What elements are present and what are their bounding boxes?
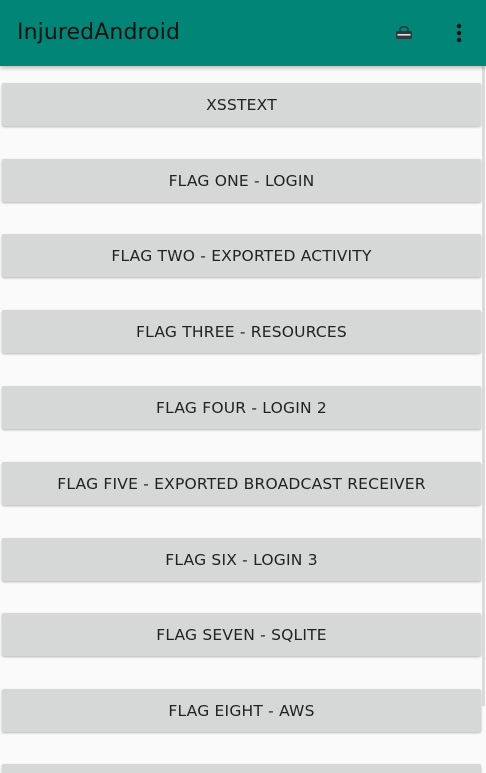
flag-six-button[interactable]: FLAG SIX - LOGIN 3 [2, 538, 481, 581]
flag-four-button[interactable]: FLAG FOUR - LOGIN 2 [2, 386, 481, 429]
flag-seven-button[interactable]: FLAG SEVEN - SQLITE [2, 613, 481, 656]
xsstext-button[interactable]: XSSTEXT [2, 83, 481, 126]
lock-icon[interactable] [393, 22, 415, 44]
app-bar: InjuredAndroid [0, 0, 486, 66]
app-title: InjuredAndroid [17, 20, 181, 45]
flag-five-button[interactable]: FLAG FIVE - EXPORTED BROADCAST RECEIVER [2, 462, 481, 505]
flag-three-button[interactable]: FLAG THREE - RESOURCES [2, 310, 481, 353]
flag-eight-button[interactable]: FLAG EIGHT - AWS [2, 689, 481, 732]
flag-one-button[interactable]: FLAG ONE - LOGIN [2, 159, 481, 202]
partial-button[interactable] [2, 764, 481, 773]
scrollbar[interactable] [482, 66, 485, 706]
overflow-menu-icon[interactable] [448, 22, 470, 44]
button-list[interactable]: XSSTEXT FLAG ONE - LOGIN FLAG TWO - EXPO… [0, 66, 486, 773]
flag-two-button[interactable]: FLAG TWO - EXPORTED ACTIVITY [2, 234, 481, 277]
